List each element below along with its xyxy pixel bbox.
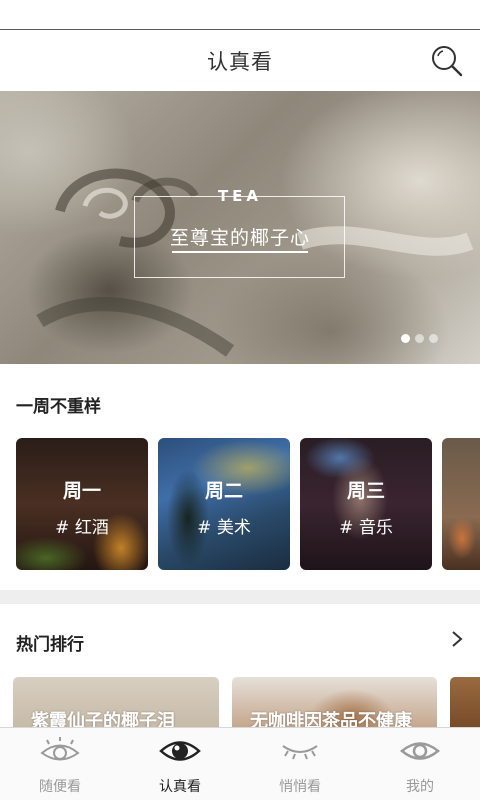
page-title: 认真看 — [207, 50, 273, 74]
status-bar — [0, 0, 480, 30]
weekly-card-wednesday[interactable]: 周三 # 音乐 — [300, 438, 432, 570]
tab-profile[interactable]: 我的 — [360, 728, 480, 800]
weekly-card-tag: # 红酒 — [55, 518, 109, 538]
carousel-dot[interactable] — [429, 334, 438, 343]
ranking-card-title: 紫霞仙子的椰子泪 — [31, 711, 175, 727]
weekly-card-tuesday[interactable]: 周二 # 美术 — [158, 438, 290, 570]
banner-title: 至尊宝的椰子心 — [169, 227, 310, 249]
ranking-card[interactable]: 无咖啡因茶品不健康 — [232, 677, 437, 727]
bottom-tab-bar: 随便看 认真看 悄悄看 我的 — [0, 727, 480, 800]
carousel-dot[interactable] — [415, 334, 424, 343]
tab-watch[interactable]: 认真看 — [120, 728, 240, 800]
ranking-card[interactable]: 紫霞仙子的椰子泪 — [13, 677, 219, 727]
ranking-card-title: 无咖啡因茶品不健康 — [250, 711, 412, 727]
weekly-card-thursday[interactable] — [442, 438, 480, 570]
weekly-card-day: 周一 — [62, 480, 101, 502]
ranking-card[interactable] — [450, 677, 480, 727]
banner-category: TEA — [217, 187, 263, 205]
tab-label: 我的 — [406, 779, 434, 795]
eye-simple-icon — [400, 742, 440, 760]
weekly-cards-row: 周一 # 红酒 周二 # 美术 周三 # 音乐 — [16, 438, 480, 570]
ranking-section-title: 热门排行 — [16, 635, 84, 655]
tab-label: 认真看 — [159, 779, 201, 795]
chevron-right-icon[interactable] — [450, 630, 464, 648]
carousel-dots — [401, 334, 438, 343]
section-divider — [0, 590, 480, 604]
weekly-section-title: 一周不重样 — [16, 397, 101, 417]
banner-underline — [172, 251, 308, 253]
app-header: 认真看 — [0, 31, 480, 91]
weekly-card-tag: # 美术 — [197, 518, 251, 538]
tab-label: 随便看 — [39, 779, 81, 795]
weekly-card-tag: # 音乐 — [339, 518, 393, 538]
eye-closed-icon — [282, 745, 318, 760]
weekly-card-monday[interactable]: 周一 # 红酒 — [16, 438, 148, 570]
tab-label: 悄悄看 — [279, 779, 321, 795]
carousel-dot[interactable] — [401, 334, 410, 343]
eye-outline-icon — [40, 737, 80, 761]
weekly-card-day: 周二 — [204, 480, 243, 502]
weekly-card-day: 周三 — [346, 480, 385, 502]
ranking-cards-row: 紫霞仙子的椰子泪 无咖啡因茶品不健康 — [13, 677, 480, 727]
eye-filled-icon — [159, 741, 201, 761]
search-icon[interactable] — [430, 44, 464, 78]
tab-browse[interactable]: 随便看 — [0, 728, 120, 800]
banner-carousel[interactable]: TEA 至尊宝的椰子心 — [0, 91, 480, 364]
tab-peek[interactable]: 悄悄看 — [240, 728, 360, 800]
